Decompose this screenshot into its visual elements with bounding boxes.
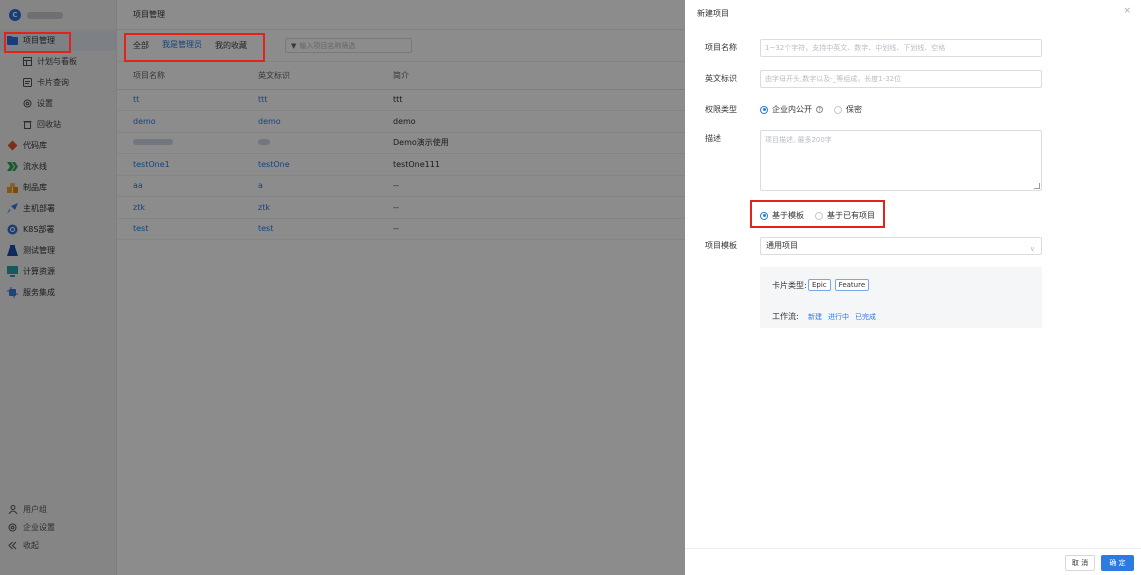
radio-enterprise-public[interactable]: 企业内公开 ? <box>760 104 823 115</box>
radio-checked-icon <box>760 105 768 114</box>
form-row-template: 项目模板 通用项目 ∨ <box>705 237 1042 255</box>
base-radio-group: 基于模板 基于已有项目 <box>760 207 886 224</box>
help-icon[interactable]: ? <box>816 106 823 113</box>
chevron-down-icon: ∨ <box>1029 245 1035 253</box>
form-row-permission: 权限类型 企业内公开 ? 保密 <box>705 101 873 118</box>
new-project-drawer: 新建项目 × 项目名称 1~32个字符，支持中英文、数字、中划线、下划线、空格 … <box>685 0 1141 575</box>
radio-based-on-template[interactable]: 基于模板 <box>760 210 804 221</box>
radio-label: 基于模板 <box>772 211 804 220</box>
drawer-header: 新建项目 × <box>685 0 1141 26</box>
radio-label: 企业内公开 <box>772 105 812 114</box>
workflow-row: 工作流: 新建 进行中 已完成 <box>772 311 882 322</box>
workflow-state: 已完成 <box>855 312 876 321</box>
english-id-label: 英文标识 <box>705 74 737 83</box>
card-type-tag: Feature <box>834 279 870 291</box>
description-textarea[interactable]: 项目描述, 最多200字 <box>760 130 1042 191</box>
workflow-label: 工作流: <box>772 312 799 321</box>
description-label: 描述 <box>705 134 721 143</box>
cancel-button[interactable]: 取 消 <box>1065 555 1095 571</box>
radio-unchecked-icon <box>834 105 842 114</box>
drawer-footer: 取 消 确 定 <box>685 548 1141 575</box>
radio-label: 保密 <box>846 105 862 114</box>
radio-checked-icon <box>760 211 768 220</box>
permission-radio-group: 企业内公开 ? 保密 <box>760 101 873 118</box>
template-label: 项目模板 <box>705 241 737 250</box>
modal-backdrop[interactable] <box>0 0 685 575</box>
radio-confidential[interactable]: 保密 <box>834 104 862 115</box>
project-name-input[interactable]: 1~32个字符，支持中英文、数字、中划线、下划线、空格 <box>760 39 1042 57</box>
radio-label: 基于已有项目 <box>827 211 875 220</box>
english-id-input[interactable]: 由字母开头,数字以及-_等组成，长度1-32位 <box>760 70 1042 88</box>
close-icon[interactable]: × <box>1123 6 1131 16</box>
workflow-state: 新建 <box>808 312 822 321</box>
card-types-row: 卡片类型: Epic Feature <box>772 279 873 291</box>
description-placeholder: 项目描述, 最多200字 <box>765 136 832 144</box>
template-preview: 卡片类型: Epic Feature 工作流: 新建 进行中 已完成 <box>760 267 1042 328</box>
resize-handle-icon[interactable] <box>1034 183 1040 189</box>
radio-based-on-existing[interactable]: 基于已有项目 <box>815 210 875 221</box>
form-row-description: 描述 项目描述, 最多200字 <box>705 130 1042 191</box>
permission-label: 权限类型 <box>705 105 737 114</box>
card-type-tag: Epic <box>808 279 831 291</box>
radio-unchecked-icon <box>815 211 823 220</box>
form-row-en: 英文标识 由字母开头,数字以及-_等组成，长度1-32位 <box>705 70 1042 88</box>
form-row-name: 项目名称 1~32个字符，支持中英文、数字、中划线、下划线、空格 <box>705 39 1042 57</box>
card-type-label: 卡片类型: <box>772 280 807 290</box>
template-select[interactable]: 通用项目 ∨ <box>760 237 1042 255</box>
template-value: 通用项目 <box>766 241 798 250</box>
form-row-base: 基于模板 基于已有项目 <box>760 207 886 224</box>
drawer-title: 新建项目 <box>697 8 729 18</box>
workflow-state: 进行中 <box>828 312 849 321</box>
project-name-label: 项目名称 <box>705 43 737 52</box>
confirm-button[interactable]: 确 定 <box>1101 555 1134 571</box>
